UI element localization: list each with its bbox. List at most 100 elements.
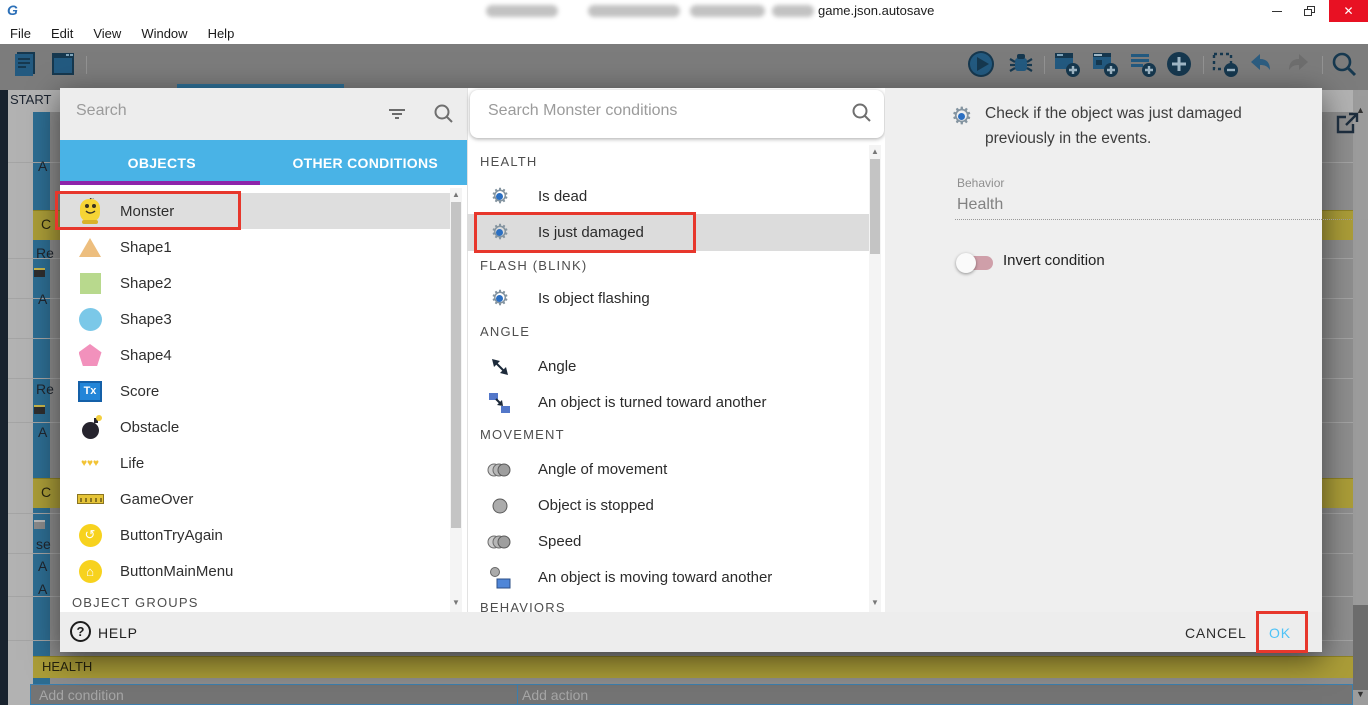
object-row-shape1[interactable]: Shape1 xyxy=(60,229,450,265)
comment-row-health[interactable] xyxy=(33,656,1353,678)
objects-scrollbar[interactable]: ▲ ▼ xyxy=(450,188,462,612)
banner-icon xyxy=(76,494,104,504)
objects-search-input[interactable] xyxy=(76,102,366,120)
window-title: game.json.autosave xyxy=(818,3,935,18)
redacted-title-segment xyxy=(772,5,814,17)
triangle-icon xyxy=(76,237,104,257)
bg-fragment: A xyxy=(38,558,48,574)
restore-button[interactable] xyxy=(1294,0,1324,22)
search-toolbar-icon[interactable] xyxy=(1329,49,1359,79)
events-scrollbar[interactable]: ▲ ▼ xyxy=(1353,90,1368,705)
bg-fragment: A xyxy=(38,158,48,174)
add-comment-icon[interactable] xyxy=(1128,49,1158,79)
object-row-gameover[interactable]: GameOver xyxy=(60,481,450,517)
single-circle-icon xyxy=(487,497,513,515)
object-row-buttonmainmenu[interactable]: ⌂ ButtonMainMenu xyxy=(60,553,450,589)
bg-mini-icon xyxy=(34,405,45,414)
menu-window[interactable]: Window xyxy=(131,22,197,44)
menu-help[interactable]: Help xyxy=(198,22,245,44)
condition-row-object-is-stopped[interactable]: Object is stopped xyxy=(467,487,869,524)
add-circle-icon[interactable] xyxy=(1164,49,1194,79)
overlap-circles-icon xyxy=(487,533,513,551)
scrollbar-thumb[interactable] xyxy=(870,159,880,254)
gear-icon: ⚙ xyxy=(951,103,973,130)
menu-edit[interactable]: Edit xyxy=(41,22,83,44)
object-row-obstacle[interactable]: Obstacle xyxy=(60,409,450,445)
condition-row-turned-toward[interactable]: An object is turned toward another xyxy=(467,384,869,421)
condition-row-angle[interactable]: Angle xyxy=(467,348,869,385)
scrollbar-thumb[interactable] xyxy=(451,202,461,528)
search-icon[interactable] xyxy=(432,102,456,131)
condition-row-is-object-flashing[interactable]: ⚙ Is object flashing xyxy=(467,280,869,317)
help-button[interactable]: HELP xyxy=(98,625,138,641)
menu-file[interactable]: File xyxy=(0,22,41,44)
title-bar: G game.json.autosave ✕ xyxy=(0,0,1368,22)
object-row-life[interactable]: ♥♥♥ Life xyxy=(60,445,450,481)
object-row-buttontryagain[interactable]: ↺ ButtonTryAgain xyxy=(60,517,450,553)
tab-objects[interactable]: OBJECTS xyxy=(60,140,264,185)
scroll-up-icon[interactable]: ▲ xyxy=(871,147,879,156)
condition-row-moving-toward[interactable]: An object is moving toward another xyxy=(467,559,869,596)
condition-row-speed[interactable]: Speed xyxy=(467,523,869,560)
object-row-shape2[interactable]: Shape2 xyxy=(60,265,450,301)
scroll-down-icon[interactable]: ▼ xyxy=(452,598,460,607)
add-event-icon[interactable] xyxy=(1052,49,1082,79)
condition-row-is-dead[interactable]: ⚙ Is dead xyxy=(467,178,869,215)
redacted-title-segment xyxy=(588,5,680,17)
invert-condition-toggle[interactable] xyxy=(956,253,993,273)
scrollbar-thumb[interactable] xyxy=(1353,605,1368,690)
redo-icon[interactable] xyxy=(1283,49,1313,79)
bg-fragment: A xyxy=(38,291,48,307)
bg-fragment: C xyxy=(41,484,52,500)
condition-description: Check if the object was just damaged pre… xyxy=(985,105,1242,147)
conditions-search-input[interactable] xyxy=(488,102,818,120)
circle-rect-icon xyxy=(487,566,513,590)
menu-bar: File Edit View Window Help xyxy=(0,22,1368,44)
left-panel-edge xyxy=(0,90,8,705)
invert-condition-label: Invert condition xyxy=(1003,252,1105,269)
external-link-icon[interactable] xyxy=(1334,110,1360,141)
bg-fragment: C xyxy=(41,216,52,232)
add-action-button[interactable]: Add action xyxy=(522,687,588,703)
cancel-button[interactable]: CANCEL xyxy=(1185,625,1247,641)
annotation-box-is-just-damaged xyxy=(474,212,696,253)
section-header-movement: MOVEMENT xyxy=(480,427,565,442)
behavior-label: Behavior xyxy=(957,176,1005,190)
condition-details-panel: ⚙ Check if the object was just damaged p… xyxy=(885,88,1368,612)
text-object-icon: Tx xyxy=(76,380,104,402)
close-button[interactable]: ✕ xyxy=(1329,0,1368,22)
bg-fragment: Re xyxy=(36,245,54,261)
scroll-up-icon[interactable]: ▲ xyxy=(452,190,460,199)
home-button-icon: ⌂ xyxy=(76,559,104,583)
help-icon[interactable]: ? xyxy=(70,621,91,642)
menu-view[interactable]: View xyxy=(83,22,131,44)
add-condition-button[interactable]: Add condition xyxy=(39,687,124,703)
undo-icon[interactable] xyxy=(1246,49,1276,79)
redacted-title-segment xyxy=(690,5,765,17)
add-subevent-icon[interactable] xyxy=(1090,49,1120,79)
remove-selection-icon[interactable] xyxy=(1210,49,1240,79)
pentagon-icon xyxy=(76,344,104,366)
bg-fragment: A xyxy=(38,581,48,597)
active-tab-indicator xyxy=(60,181,260,185)
play-icon[interactable] xyxy=(966,49,996,79)
filter-icon[interactable] xyxy=(386,104,408,129)
project-manager-icon[interactable] xyxy=(12,49,42,79)
object-row-score[interactable]: Tx Score xyxy=(60,373,450,409)
add-row: Add condition Add action xyxy=(30,684,1353,705)
bg-health-label: HEALTH xyxy=(42,659,93,674)
annotation-box-monster xyxy=(55,191,241,230)
scroll-down-icon[interactable]: ▼ xyxy=(871,598,879,607)
object-row-shape4[interactable]: Shape4 xyxy=(60,337,450,373)
tab-other-conditions[interactable]: OTHER CONDITIONS xyxy=(264,140,468,185)
retry-button-icon: ↺ xyxy=(76,523,104,547)
condition-row-angle-of-movement[interactable]: Angle of movement xyxy=(467,451,869,488)
scroll-down-icon[interactable]: ▼ xyxy=(1356,689,1365,699)
debug-icon[interactable] xyxy=(1006,49,1036,79)
minimize-button[interactable] xyxy=(1262,0,1292,22)
search-icon[interactable] xyxy=(850,101,874,130)
object-row-shape3[interactable]: Shape3 xyxy=(60,301,450,337)
bg-fragment: A xyxy=(38,424,48,440)
scene-window-icon[interactable] xyxy=(48,49,78,79)
conditions-scrollbar[interactable]: ▲ ▼ xyxy=(869,145,881,612)
